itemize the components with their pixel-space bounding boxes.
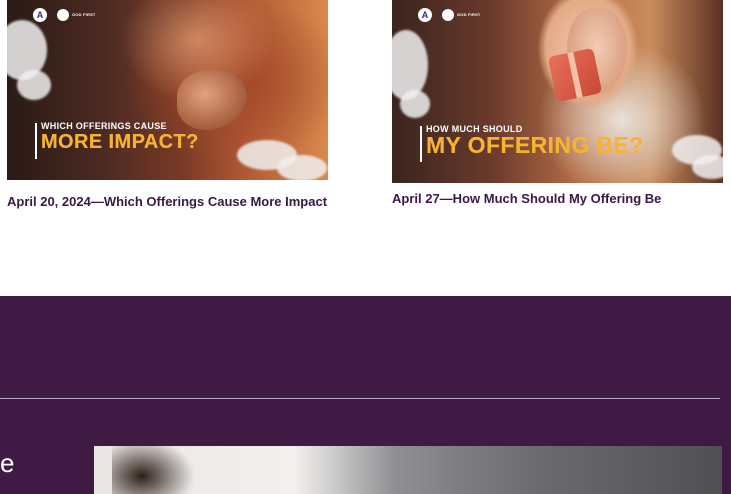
- cloud-decoration: [692, 155, 723, 179]
- god-first-logo-icon: [442, 9, 454, 21]
- devotional-card[interactable]: A GOD FIRST HOW MUCH SHOULD MY OFFERING …: [392, 0, 723, 206]
- brand-logos: A GOD FIRST: [33, 8, 96, 22]
- god-first-logo: GOD FIRST: [442, 9, 481, 21]
- headline-big: MY OFFERING BE?: [426, 132, 644, 158]
- gift-box-illustration: [547, 47, 603, 103]
- headline-bar: [420, 126, 422, 162]
- thumbnail-headline: HOW MUCH SHOULD MY OFFERING BE?: [420, 124, 644, 162]
- section-divider: [0, 398, 720, 399]
- headline-big: MORE IMPACT?: [41, 131, 199, 153]
- section-heading-partial: e: [0, 448, 15, 478]
- cloud-decoration: [400, 90, 430, 118]
- church-logo-icon: A: [33, 8, 47, 22]
- god-first-logo-text: GOD FIRST: [72, 12, 96, 17]
- cloud-decoration: [392, 30, 428, 100]
- cloud-decoration: [277, 155, 327, 180]
- church-logo-icon: A: [418, 8, 432, 22]
- headline-bar: [35, 123, 37, 159]
- section-photo: [94, 446, 722, 494]
- cloud-decoration: [17, 70, 51, 100]
- brand-logos: A GOD FIRST: [418, 8, 481, 22]
- god-first-logo: GOD FIRST: [57, 9, 96, 21]
- devotional-title-link[interactable]: April 27—How Much Should My Offering Be: [392, 191, 723, 206]
- thumbnail-headline: WHICH OFFERINGS CAUSE MORE IMPACT?: [35, 121, 199, 159]
- god-first-logo-text: GOD FIRST: [457, 12, 481, 17]
- devotional-thumbnail[interactable]: A GOD FIRST HOW MUCH SHOULD MY OFFERING …: [392, 0, 723, 183]
- photo-subject: [112, 446, 232, 494]
- devotional-card[interactable]: A GOD FIRST WHICH OFFERINGS CAUSE MORE I…: [7, 0, 328, 209]
- devotional-title-link[interactable]: April 20, 2024—Which Offerings Cause Mor…: [7, 194, 328, 209]
- god-first-logo-icon: [57, 9, 69, 21]
- devotional-thumbnail[interactable]: A GOD FIRST WHICH OFFERINGS CAUSE MORE I…: [7, 0, 328, 180]
- purple-section: e: [0, 296, 731, 494]
